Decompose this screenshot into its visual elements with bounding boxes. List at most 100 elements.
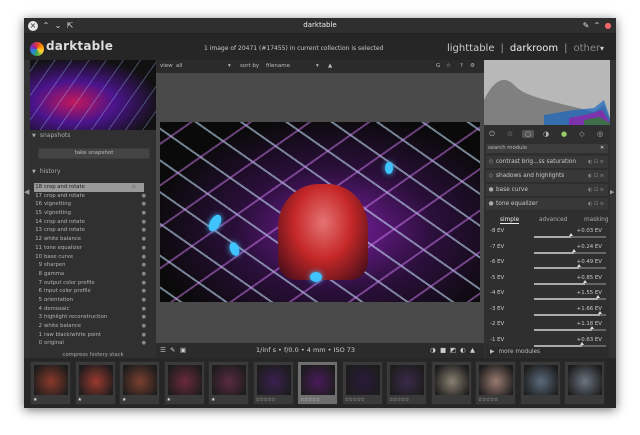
views-menu-icon[interactable]: ▾ xyxy=(600,44,604,53)
history-item[interactable]: 8 gamma ● xyxy=(34,270,154,279)
power-icon[interactable]: ● xyxy=(486,184,496,197)
filmstrip-thumb[interactable]: ★ xyxy=(30,361,71,405)
filmstrip-thumb[interactable]: ☆☆☆☆☆ xyxy=(297,361,338,405)
history-item[interactable]: 0 original ● xyxy=(34,339,154,348)
module-shadows-highlights[interactable]: ◇ shadows and highlights ◐ ⊡ ≡ xyxy=(486,170,608,183)
favorite-star-icon[interactable]: ☆ xyxy=(504,130,516,138)
ev-slider[interactable]: -8 EV +0.03 EV xyxy=(486,228,608,244)
history-item[interactable]: 4 demosaic ● xyxy=(34,305,154,314)
history-item[interactable]: 10 base curve ● xyxy=(34,253,154,262)
history-item[interactable]: 5 orientation ● xyxy=(34,296,154,305)
styles-icon[interactable]: ✎ xyxy=(170,343,175,358)
correct-group-icon[interactable]: ◇ xyxy=(576,130,588,138)
navigation-thumbnail[interactable] xyxy=(30,60,156,130)
effect-group-icon[interactable]: ◎ xyxy=(594,130,606,138)
thumb-rating[interactable]: ☆☆☆☆☆ xyxy=(256,397,276,403)
grouping-icon[interactable]: G xyxy=(436,60,440,73)
history-item[interactable]: 15 vignetting ● xyxy=(34,209,154,218)
history-item[interactable]: 9 sharpen ● xyxy=(34,261,154,270)
filmstrip-thumb[interactable] xyxy=(564,361,605,405)
power-icon[interactable]: ● xyxy=(486,198,496,211)
power-icon[interactable]: ⏻ xyxy=(486,130,498,139)
history-item[interactable]: 18 crop and rotate ● xyxy=(34,183,144,192)
thumb-rating[interactable]: ☆☆☆☆☆ xyxy=(300,397,320,403)
snapshots-header[interactable]: ▼ snapshots xyxy=(32,132,154,144)
view-darkroom[interactable]: darkroom xyxy=(510,43,558,54)
filmstrip-thumb[interactable]: ☆☆☆☆☆ xyxy=(252,361,294,405)
filmstrip-thumb[interactable] xyxy=(430,361,472,405)
view-dropdown-icon[interactable]: ▾ xyxy=(228,60,231,73)
more-modules-header[interactable]: ▶ more modules xyxy=(486,347,608,357)
ev-slider[interactable]: -3 EV +1.66 EV xyxy=(486,306,608,322)
ev-slider[interactable]: -7 EV +0.24 EV xyxy=(486,244,608,260)
ev-slider[interactable]: -5 EV +0.85 EV xyxy=(486,275,608,291)
thumb-rating[interactable]: ☆☆☆☆☆ xyxy=(345,397,365,403)
main-photo[interactable] xyxy=(160,122,480,302)
preferences-gear-icon[interactable]: ⚙ xyxy=(470,60,475,73)
thumb-rating[interactable]: ☆☆☆☆☆ xyxy=(389,397,409,403)
sort-dropdown-icon[interactable]: ▾ xyxy=(316,60,319,73)
thumb-rating[interactable]: ★ xyxy=(122,397,126,403)
color-assessment-icon[interactable]: ■ xyxy=(440,343,446,358)
ev-slider[interactable]: -4 EV +1.55 EV xyxy=(486,290,608,306)
view-other[interactable]: other xyxy=(574,43,601,54)
view-select[interactable]: all xyxy=(176,60,182,73)
history-item[interactable]: 17 crop and rotate ● xyxy=(34,192,154,201)
overlay-star-icon[interactable]: ☆ xyxy=(446,60,451,73)
history-item[interactable]: 14 crop and rotate ● xyxy=(34,218,154,227)
sort-select[interactable]: filename xyxy=(266,60,290,73)
power-icon[interactable]: ◇ xyxy=(486,170,496,183)
presets-icon[interactable]: ☰ xyxy=(160,343,166,358)
search-module-input[interactable]: search module xyxy=(486,144,608,153)
history-item[interactable]: 11 tone equalizer ● xyxy=(34,244,154,253)
module-controls-icon[interactable]: ◐ ⊡ ≡ xyxy=(588,184,604,197)
module-base-curve[interactable]: ● base curve ◐ ⊡ ≡ xyxy=(486,184,608,197)
collapse-left-icon[interactable]: ◀ xyxy=(24,188,29,196)
take-snapshot-button[interactable]: take snapshot xyxy=(38,148,150,159)
filmstrip-thumb[interactable]: ★ xyxy=(119,361,160,405)
raw-overexposed-icon[interactable]: ◐ xyxy=(460,343,466,358)
tone-group-icon[interactable]: ◑ xyxy=(540,130,552,138)
filmstrip-thumb[interactable]: ☆☆☆☆☆ xyxy=(341,361,383,405)
histogram[interactable] xyxy=(484,60,610,125)
filmstrip-thumb[interactable]: ★ xyxy=(74,361,116,405)
module-controls-icon[interactable]: ◐ ⊡ ≡ xyxy=(588,170,604,183)
history-item[interactable]: 12 white balance ● xyxy=(34,235,154,244)
color-group-icon[interactable]: ● xyxy=(558,130,570,138)
clear-search-icon[interactable]: ✕ xyxy=(600,145,604,151)
thumb-rating[interactable]: ★ xyxy=(211,397,215,403)
filmstrip-thumb[interactable]: ★ xyxy=(208,361,249,405)
thumb-rating[interactable]: ★ xyxy=(167,397,171,403)
history-item[interactable]: 3 highlight reconstruction ● xyxy=(34,313,154,322)
softproof-icon[interactable]: ◑ xyxy=(430,343,436,358)
module-controls-icon[interactable]: ◐ ⊡ ≡ xyxy=(588,198,604,211)
module-tone-equalizer[interactable]: ● tone equalizer ◐ ⊡ ≡ xyxy=(486,198,608,211)
second-window-icon[interactable]: ▣ xyxy=(180,343,186,358)
base-group-icon[interactable]: ○ xyxy=(522,130,534,138)
tab-advanced[interactable]: advanced xyxy=(539,217,567,223)
tab-masking[interactable]: masking xyxy=(584,217,609,223)
history-item[interactable]: 16 vignetting ● xyxy=(34,200,154,209)
thumb-rating[interactable]: ☆☆☆☆☆ xyxy=(478,397,498,403)
history-item[interactable]: 13 crop and rotate ● xyxy=(34,226,154,235)
tab-simple[interactable]: simple xyxy=(500,217,520,224)
thumb-rating[interactable]: ★ xyxy=(33,397,37,403)
history-item[interactable]: 2 white balance ● xyxy=(34,322,154,331)
filmstrip-thumb[interactable]: ☆☆☆☆☆ xyxy=(386,361,427,405)
filmstrip-thumb[interactable]: ☆☆☆☆☆ xyxy=(475,361,516,405)
history-item[interactable]: 1 raw black/white point ● xyxy=(34,331,154,340)
slider-knob[interactable] xyxy=(568,233,573,236)
help-icon[interactable]: ? xyxy=(460,60,463,73)
filmstrip-thumb[interactable] xyxy=(519,361,561,405)
ev-slider[interactable]: -6 EV +0.49 EV xyxy=(486,259,608,275)
ev-slider[interactable]: -2 EV +1.18 EV xyxy=(486,321,608,337)
sort-order-icon[interactable]: ▲ xyxy=(328,60,332,73)
module-controls-icon[interactable]: ◐ ⊡ ≡ xyxy=(588,156,604,169)
history-item[interactable]: 7 output color profile ● xyxy=(34,279,154,288)
history-item[interactable]: 6 input color profile ● xyxy=(34,287,154,296)
filmstrip-thumb[interactable]: ★ xyxy=(163,361,205,405)
module-contrast-brightness-saturation[interactable]: ◇ contrast brig...ss saturation ◐ ⊡ ≡ xyxy=(486,156,608,169)
clipping-icon[interactable]: ▲ xyxy=(470,343,475,358)
gamut-icon[interactable]: ◩ xyxy=(450,343,456,358)
thumb-rating[interactable]: ★ xyxy=(78,397,82,403)
